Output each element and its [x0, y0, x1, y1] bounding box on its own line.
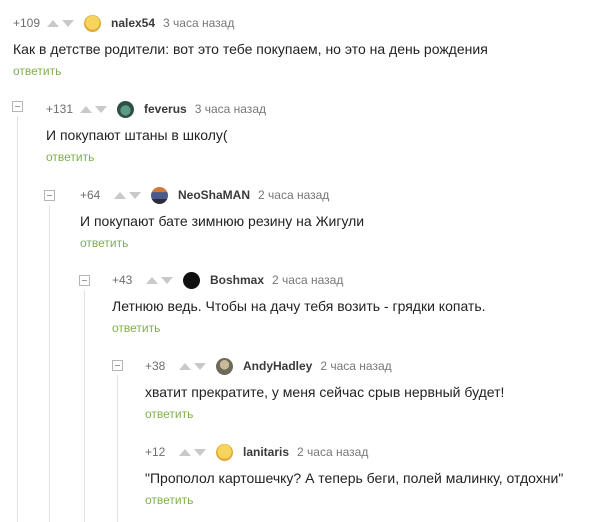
author-name[interactable]: AndyHadley: [243, 359, 312, 373]
comment: +109 nalex54 3 часа назад Как в детстве …: [13, 14, 488, 80]
downvote-icon[interactable]: [95, 105, 107, 113]
downvote-icon[interactable]: [194, 448, 206, 456]
comment-header: +12 lanitaris 2 часа назад: [145, 443, 563, 461]
comment: +43 Boshmax 2 часа назад Летнюю ведь. Чт…: [112, 271, 486, 337]
reply-link[interactable]: ответить: [80, 236, 128, 250]
downvote-icon[interactable]: [161, 276, 173, 284]
comment: +38 AndyHadley 2 часа назад хватит прекр…: [145, 357, 504, 423]
comment-header: +43 Boshmax 2 часа назад: [112, 271, 486, 289]
comment-text: хватит прекратите, у меня сейчас срыв не…: [145, 384, 505, 400]
author-name[interactable]: NeoShaMAN: [178, 188, 250, 202]
comment-time[interactable]: 3 часа назад: [163, 16, 234, 30]
author-name[interactable]: Boshmax: [210, 273, 264, 287]
thread-line[interactable]: [84, 290, 85, 522]
comment-rating: +109: [13, 16, 41, 30]
vote-controls: [47, 19, 74, 27]
comment-rating: +131: [46, 102, 74, 116]
reply-link[interactable]: ответить: [145, 493, 193, 507]
comment-text: Как в детстве родители: вот это тебе пок…: [13, 41, 488, 57]
reply-link[interactable]: ответить: [145, 407, 193, 421]
vote-controls: [80, 105, 107, 113]
comment-text: И покупают бате зимнюю резину на Жигули: [80, 213, 365, 229]
comment: +64 NeoShaMAN 2 часа назад И покупают ба…: [80, 186, 364, 252]
comment-text: И покупают штаны в школу(: [46, 127, 228, 143]
collapse-thread-button[interactable]: [79, 275, 90, 286]
avatar[interactable]: [183, 271, 200, 289]
comment-text: Летнюю ведь. Чтобы на дачу тебя возить -…: [112, 298, 486, 314]
comment-time[interactable]: 2 часа назад: [297, 445, 368, 459]
comment: +131 feverus 3 часа назад И покупают шта…: [46, 100, 266, 166]
vote-controls: [146, 276, 173, 284]
comment-time[interactable]: 2 часа назад: [258, 188, 329, 202]
avatar[interactable]: [151, 186, 168, 204]
vote-controls: [114, 191, 141, 199]
author-name[interactable]: feverus: [144, 102, 187, 116]
collapse-thread-button[interactable]: [12, 101, 23, 112]
comment-header: +109 nalex54 3 часа назад: [13, 14, 488, 32]
comment-time[interactable]: 2 часа назад: [320, 359, 391, 373]
reply-link[interactable]: ответить: [13, 64, 61, 78]
comment-rating: +38: [145, 359, 166, 373]
comment-time[interactable]: 3 часа назад: [195, 102, 266, 116]
avatar[interactable]: [216, 443, 233, 461]
author-name[interactable]: nalex54: [111, 16, 155, 30]
comment-header: +64 NeoShaMAN 2 часа назад: [80, 186, 364, 204]
reply-link[interactable]: ответить: [112, 321, 160, 335]
upvote-icon[interactable]: [114, 191, 126, 199]
upvote-icon[interactable]: [47, 19, 59, 27]
upvote-icon[interactable]: [179, 448, 191, 456]
avatar[interactable]: [117, 100, 134, 118]
author-name[interactable]: lanitaris: [243, 445, 289, 459]
upvote-icon[interactable]: [80, 105, 92, 113]
comment-time[interactable]: 2 часа назад: [272, 273, 343, 287]
thread-line[interactable]: [49, 205, 50, 522]
avatar[interactable]: [84, 14, 101, 32]
comment-header: +131 feverus 3 часа назад: [46, 100, 266, 118]
downvote-icon[interactable]: [129, 191, 141, 199]
comment-rating: +12: [145, 445, 166, 459]
collapse-thread-button[interactable]: [44, 190, 55, 201]
comment-text: "Прополол картошечку? А теперь беги, пол…: [145, 470, 564, 486]
thread-line[interactable]: [17, 116, 18, 522]
upvote-icon[interactable]: [146, 276, 158, 284]
comment-rating: +64: [80, 188, 101, 202]
downvote-icon[interactable]: [194, 362, 206, 370]
reply-link[interactable]: ответить: [46, 150, 94, 164]
downvote-icon[interactable]: [62, 19, 74, 27]
thread-line[interactable]: [117, 375, 118, 522]
vote-controls: [179, 448, 206, 456]
vote-controls: [179, 362, 206, 370]
upvote-icon[interactable]: [179, 362, 191, 370]
comment: +12 lanitaris 2 часа назад "Прополол кар…: [145, 443, 563, 509]
collapse-thread-button[interactable]: [112, 360, 123, 371]
comment-rating: +43: [112, 273, 133, 287]
avatar[interactable]: [216, 357, 233, 375]
comment-header: +38 AndyHadley 2 часа назад: [145, 357, 504, 375]
